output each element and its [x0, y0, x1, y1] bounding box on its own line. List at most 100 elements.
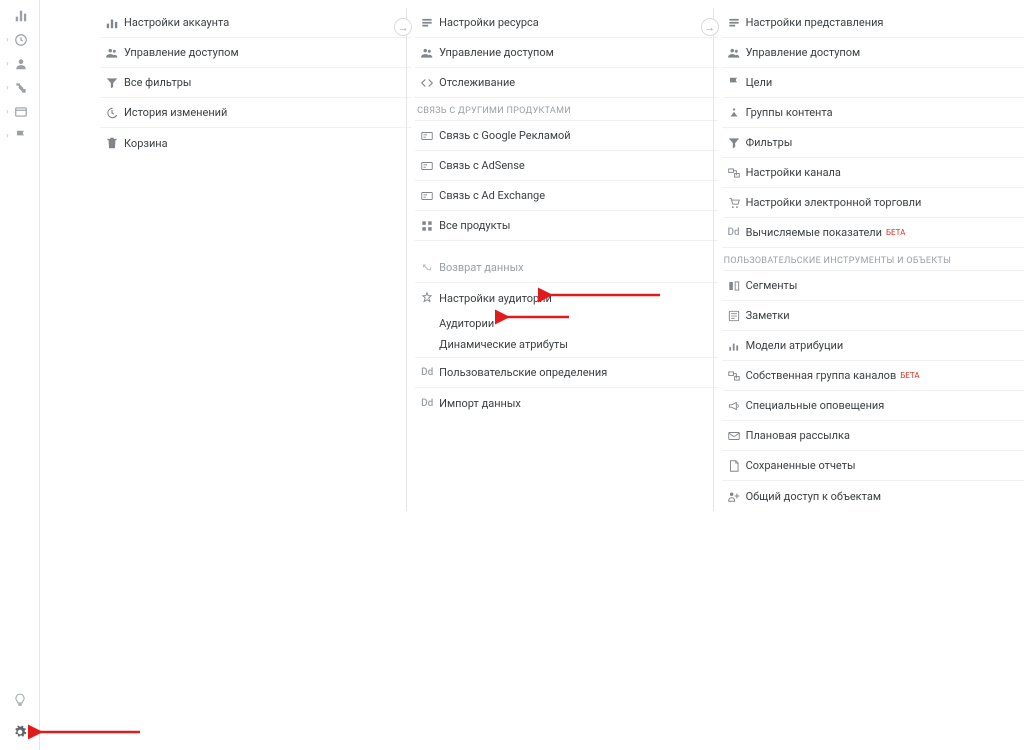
property-access-item[interactable]: Управление доступом: [415, 38, 717, 68]
link-icon: [415, 129, 439, 143]
sidebar-item-behavior[interactable]: ›: [0, 100, 39, 124]
view-attribution-item[interactable]: Модели атрибуции: [722, 331, 1024, 361]
share-icon: [722, 489, 746, 503]
account-trash-item[interactable]: Корзина: [100, 128, 411, 158]
view-channel-settings-item[interactable]: Настройки канала: [722, 158, 1024, 188]
segments-icon: [722, 279, 746, 293]
label: Все фильтры: [124, 76, 191, 89]
view-filters-item[interactable]: Фильтры: [722, 128, 1024, 158]
view-tools-section-header: ПОЛЬЗОВАТЕЛЬСКИЕ ИНСТРУМЕНТЫ И ОБЪЕКТЫ: [722, 248, 1024, 271]
label: Связь с Ad Exchange: [439, 189, 545, 202]
grid-icon: [415, 219, 439, 233]
beta-badge: БЕТА: [886, 228, 905, 237]
link-icon: [415, 159, 439, 173]
label: Настройки представления: [746, 16, 884, 29]
card-icon: [14, 105, 28, 119]
chevron-right-icon: ›: [6, 35, 12, 45]
view-access-item[interactable]: Управление доступом: [722, 38, 1024, 68]
view-settings-item[interactable]: Настройки представления: [722, 8, 1024, 38]
sidebar-item-conversions[interactable]: ›: [0, 124, 39, 148]
label: Настройки аудитории: [439, 292, 552, 305]
label: Фильтры: [746, 136, 793, 149]
return-icon: [415, 261, 439, 275]
dd-icon: Dd: [415, 367, 439, 378]
collapse-property-button[interactable]: →: [701, 18, 719, 36]
view-content-groups-item[interactable]: Группы контента: [722, 98, 1024, 128]
view-scheduled-item[interactable]: Плановая рассылка: [722, 421, 1024, 451]
view-calc-metrics-item[interactable]: Dd Вычисляемые показатели БЕТА: [722, 218, 1024, 248]
label: Собственная группа каналов: [746, 369, 897, 382]
label: Связь с AdSense: [439, 159, 525, 172]
label: Общий доступ к объектам: [746, 490, 881, 503]
mail-icon: [722, 429, 746, 443]
property-link-adsense-item[interactable]: Связь с AdSense: [415, 151, 717, 181]
settings-list-icon: [722, 16, 746, 30]
content-icon: [722, 106, 746, 120]
view-alerts-item[interactable]: Специальные оповещения: [722, 391, 1024, 421]
property-settings-item[interactable]: Настройки ресурса: [415, 8, 717, 38]
sidebar-item-discover[interactable]: [13, 688, 27, 712]
audience-icon: [415, 291, 439, 305]
dd-icon: Dd: [415, 398, 439, 409]
account-access-item[interactable]: Управление доступом: [100, 38, 411, 68]
label: Настройки электронной торговли: [746, 196, 922, 209]
funnel-icon: [722, 136, 746, 150]
flag-icon: [722, 76, 746, 90]
label: Управление доступом: [746, 46, 861, 59]
funnel-icon: [100, 76, 124, 90]
bulb-icon: [13, 693, 27, 707]
label: Вычисляемые показатели: [746, 226, 882, 239]
note-icon: [722, 309, 746, 323]
gear-icon: [13, 725, 27, 739]
home-icon: [14, 9, 28, 23]
sidebar-item-audience[interactable]: ›: [0, 52, 39, 76]
label: История изменений: [124, 106, 227, 119]
label: Отслеживание: [439, 76, 515, 89]
audience-sub-dynamic[interactable]: Динамические атрибуты: [415, 334, 717, 355]
property-import-item[interactable]: Dd Импорт данных: [415, 388, 717, 418]
audience-sub-audiences[interactable]: Аудитории: [415, 313, 717, 334]
property-column: → Настройки ресурса Управление доступом …: [406, 8, 717, 511]
view-segments-item[interactable]: Сегменты: [722, 271, 1024, 301]
sidebar-item-acquisition[interactable]: ›: [0, 76, 39, 100]
beta-badge: БЕТА: [900, 371, 919, 380]
label: Сегменты: [746, 279, 798, 292]
flag-icon: [14, 129, 28, 143]
chevron-right-icon: ›: [6, 59, 12, 69]
annotation-arrow-3: [30, 718, 150, 745]
view-ecommerce-item[interactable]: Настройки электронной торговли: [722, 188, 1024, 218]
view-saved-reports-item[interactable]: Сохраненные отчеты: [722, 451, 1024, 481]
property-tracking-item[interactable]: Отслеживание: [415, 68, 717, 98]
label: Управление доступом: [439, 46, 554, 59]
sidebar-item-admin[interactable]: [13, 720, 27, 744]
account-settings-item[interactable]: Настройки аккаунта: [100, 8, 411, 38]
property-custom-defs-item[interactable]: Dd Пользовательские определения: [415, 358, 717, 388]
account-history-item[interactable]: История изменений: [100, 98, 411, 128]
account-filters-item[interactable]: Все фильтры: [100, 68, 411, 98]
sidebar-item-home[interactable]: [0, 4, 39, 28]
people-icon: [100, 46, 124, 60]
link-icon: [415, 189, 439, 203]
label: Пользовательские определения: [439, 366, 607, 379]
view-notes-item[interactable]: Заметки: [722, 301, 1024, 331]
property-link-adexchange-item[interactable]: Связь с Ad Exchange: [415, 181, 717, 211]
people-icon: [415, 46, 439, 60]
sidebar-bottom: [0, 688, 40, 744]
view-goals-item[interactable]: Цели: [722, 68, 1024, 98]
property-data-return-item[interactable]: Возврат данных: [415, 253, 717, 283]
chevron-right-icon: ›: [6, 131, 12, 141]
view-share-item[interactable]: Общий доступ к объектам: [722, 481, 1024, 511]
label: Цели: [746, 76, 773, 89]
audience-subitems: Аудитории Динамические атрибуты: [415, 313, 717, 358]
view-channel-group-item[interactable]: Собственная группа каналов БЕТА: [722, 361, 1024, 391]
channel-icon: [722, 166, 746, 180]
property-all-products-item[interactable]: Все продукты: [415, 211, 717, 241]
label: Связь с Google Рекламой: [439, 129, 570, 142]
label: Настройки канала: [746, 166, 841, 179]
label: Настройки аккаунта: [124, 16, 229, 29]
property-link-ads-item[interactable]: Связь с Google Рекламой: [415, 121, 717, 151]
channel-icon: [722, 369, 746, 383]
sidebar-item-realtime[interactable]: ›: [0, 28, 39, 52]
property-audience-settings-item[interactable]: Настройки аудитории: [415, 283, 717, 313]
label: Корзина: [124, 137, 168, 150]
